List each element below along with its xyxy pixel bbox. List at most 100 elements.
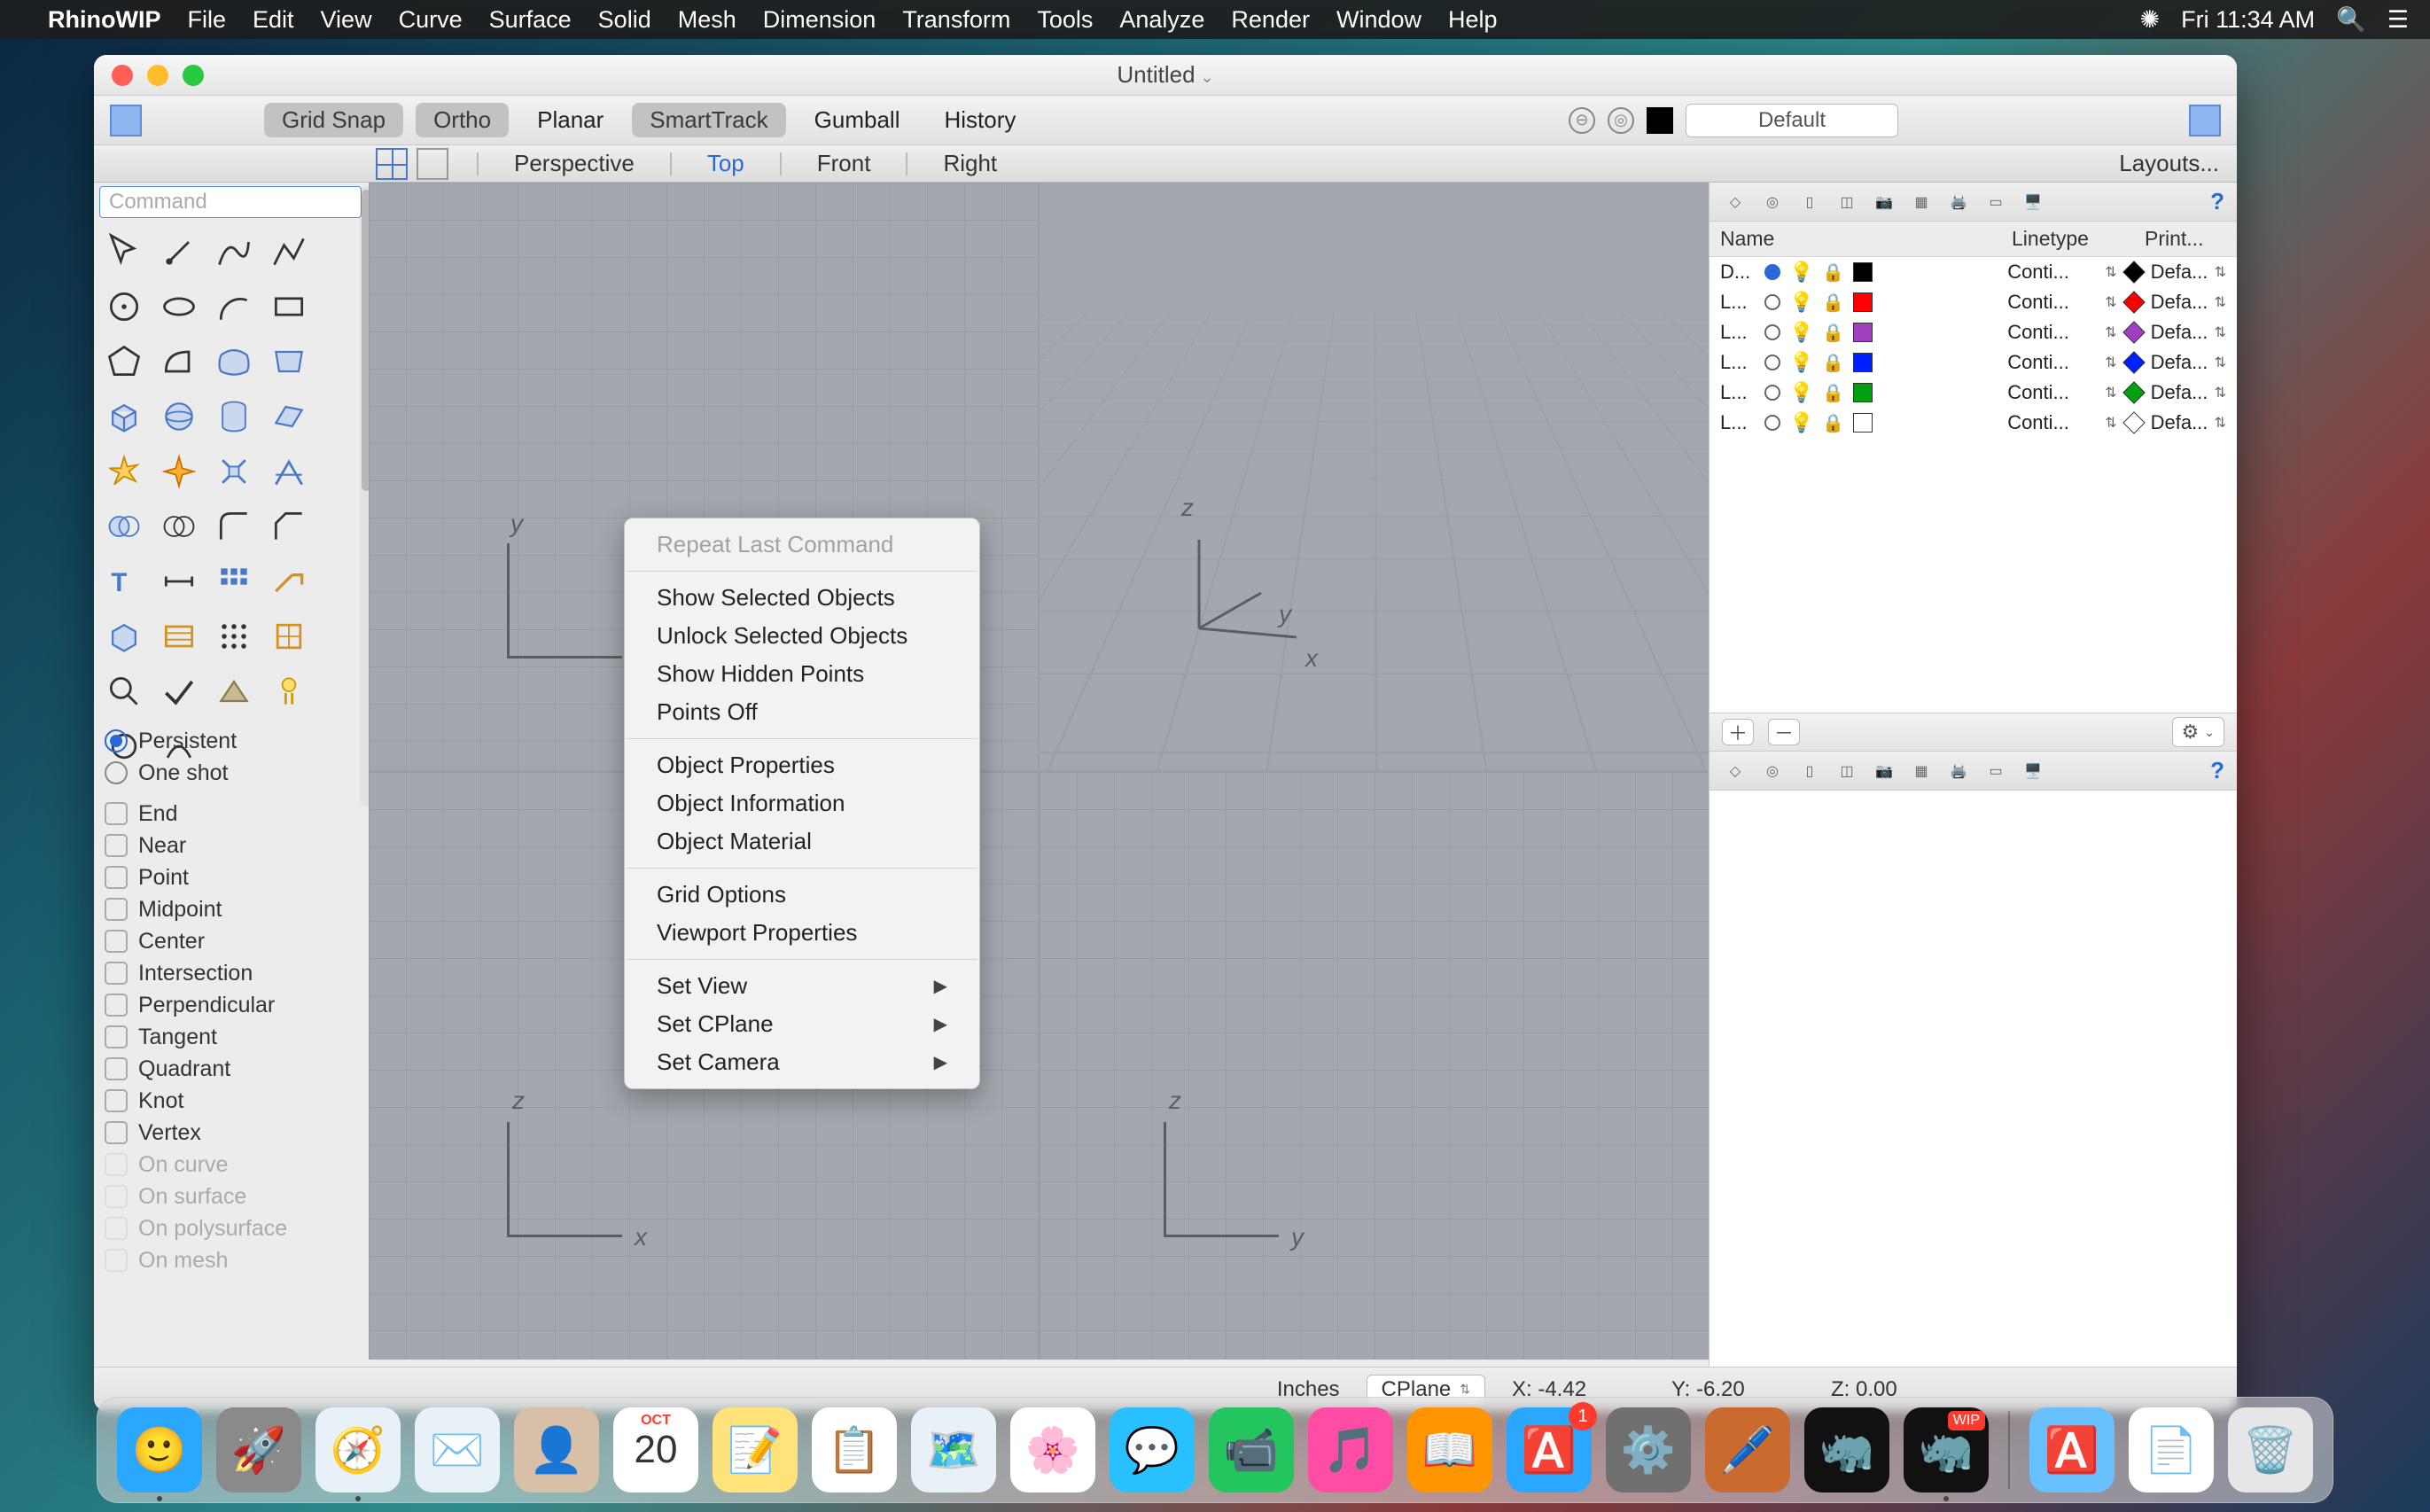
properties-tab-icon[interactable]: ◎ [1759,758,1786,784]
tool-explode[interactable] [97,445,151,498]
record-icon[interactable]: ◎ [1608,107,1634,134]
tool-boolean2[interactable] [152,500,206,553]
menu-extras-icon[interactable]: ☰ [2387,6,2409,34]
current-layer-dot[interactable] [1764,385,1780,401]
tool-grid[interactable] [207,610,261,663]
camera-tab-icon[interactable]: 📷 [1871,189,1897,215]
ctx-object-material[interactable]: Object Material [625,822,979,861]
dock-ibooks[interactable]: 📖 [1407,1407,1492,1493]
box-tab-icon[interactable]: ◫ [1834,189,1860,215]
menu-surface[interactable]: Surface [489,6,572,34]
tab-front[interactable]: Front [817,150,871,177]
layer-linetype[interactable]: Conti... [2007,411,2096,434]
tool-chamfer[interactable] [262,500,315,553]
tool-circle[interactable] [97,280,151,333]
osnap-knot[interactable]: Knot [99,1085,365,1117]
visibility-bulb-icon[interactable]: 💡 [1789,411,1813,434]
ctx-grid-options[interactable]: Grid Options [625,876,979,914]
osnap-oncurve[interactable]: On curve [99,1149,365,1181]
single-view-icon[interactable] [417,148,448,180]
dock-calendar[interactable]: OCT20 [613,1407,698,1493]
stepper-icon[interactable]: ⇅ [2215,293,2226,311]
tool-block[interactable] [97,610,151,663]
tool-fillet[interactable] [207,500,261,553]
material-diamond-icon[interactable] [2122,291,2145,313]
lock-icon[interactable]: 🔒 [1822,352,1844,374]
tool-analyze[interactable] [97,665,151,718]
layer-color-swatch[interactable] [1853,413,1873,433]
layer-color-swatch[interactable] [1853,292,1873,312]
menu-window[interactable]: Window [1336,6,1421,34]
osnap-point[interactable]: Point [99,861,365,893]
osnap-vertex[interactable]: Vertex [99,1117,365,1149]
tool-render[interactable] [207,665,261,718]
tab-right[interactable]: Right [943,150,997,177]
tool-light[interactable] [262,665,315,718]
tool-plane[interactable] [262,390,315,443]
menu-mesh[interactable]: Mesh [678,6,736,34]
tool-curve[interactable] [207,225,261,278]
help-icon[interactable]: ? [2210,188,2224,215]
box-tab-icon[interactable]: ◫ [1834,758,1860,784]
tool-rectangle[interactable] [262,280,315,333]
materials-tab-icon[interactable]: ▦ [1908,758,1935,784]
material-diamond-icon[interactable] [2122,261,2145,283]
tool-surface-corner[interactable] [152,335,206,388]
osnap-near[interactable]: Near [99,830,365,861]
layer-linetype[interactable]: Conti... [2007,321,2096,344]
dock-preferences[interactable]: ⚙️ [1606,1407,1691,1493]
menu-edit[interactable]: Edit [253,6,294,34]
window-titlebar[interactable]: Untitled⌄ [94,55,2237,96]
ctx-set-view[interactable]: Set View▶ [625,967,979,1005]
menu-file[interactable]: File [187,6,226,34]
smarttrack-toggle[interactable]: SmartTrack [632,103,785,137]
dock-itunes[interactable]: 🎵 [1308,1407,1393,1493]
gridsnap-toggle[interactable]: Grid Snap [264,103,403,137]
dock-trash[interactable]: 🗑️ [2228,1407,2313,1493]
layer-options-button[interactable]: ⚙ ⌄ [2172,717,2224,747]
views-tab-icon[interactable]: ▭ [1982,189,2009,215]
current-layer-select[interactable]: Default [1686,104,1898,137]
layouts-button[interactable]: Layouts... [2119,150,2219,177]
lock-icon[interactable]: 🔒 [1822,261,1844,284]
osnap-intersection[interactable]: Intersection [99,957,365,989]
layer-linetype[interactable]: Conti... [2007,351,2096,374]
lock-icon[interactable]: 🔒 [1822,412,1844,434]
tool-trim[interactable] [207,445,261,498]
menu-render[interactable]: Render [1231,6,1310,34]
views-tab-icon[interactable]: ▭ [1982,758,2009,784]
tool-box[interactable] [97,390,151,443]
layer-printwidth[interactable]: Defa... [2151,291,2206,314]
tool-pointer[interactable] [97,225,151,278]
dock-app2[interactable]: 🦏 [1804,1407,1889,1493]
osnap-quadrant[interactable]: Quadrant [99,1053,365,1085]
stepper-icon[interactable]: ⇅ [2105,354,2116,371]
tool-cage[interactable] [262,610,315,663]
layer-color-swatch[interactable] [1853,262,1873,282]
lock-icon[interactable]: 🔒 [1822,322,1844,344]
dock-reminders[interactable]: 📋 [812,1407,897,1493]
osnap-midpoint[interactable]: Midpoint [99,893,365,925]
layer-printwidth[interactable]: Defa... [2151,411,2206,434]
tool-sphere[interactable] [152,390,206,443]
current-color-swatch[interactable] [1647,107,1673,134]
snap-filter-icon[interactable]: ⊖ [1569,107,1595,134]
layer-printwidth[interactable]: Defa... [2151,261,2206,284]
planar-toggle[interactable]: Planar [521,103,619,137]
stepper-icon[interactable]: ⇅ [2105,414,2116,432]
osnap-onsurface[interactable]: On surface [99,1181,365,1212]
ortho-toggle[interactable]: Ortho [416,103,509,137]
display-tab-icon[interactable]: 🖥️ [2020,189,2046,215]
properties-tab-icon[interactable]: ◎ [1759,189,1786,215]
visibility-bulb-icon[interactable]: 💡 [1789,351,1813,374]
osnap-center[interactable]: Center [99,925,365,957]
dock-finder[interactable]: 🙂 [117,1407,202,1493]
tool-hatch[interactable] [152,610,206,663]
camera-tab-icon[interactable]: 📷 [1871,758,1897,784]
dock-appstore[interactable]: 🅰️1 [1507,1407,1592,1493]
dock-contacts[interactable]: 👤 [514,1407,599,1493]
visibility-bulb-icon[interactable]: 💡 [1789,291,1813,314]
tool-cylinder[interactable] [207,390,261,443]
material-diamond-icon[interactable] [2122,381,2145,403]
dock-notes[interactable]: 📝 [713,1407,798,1493]
